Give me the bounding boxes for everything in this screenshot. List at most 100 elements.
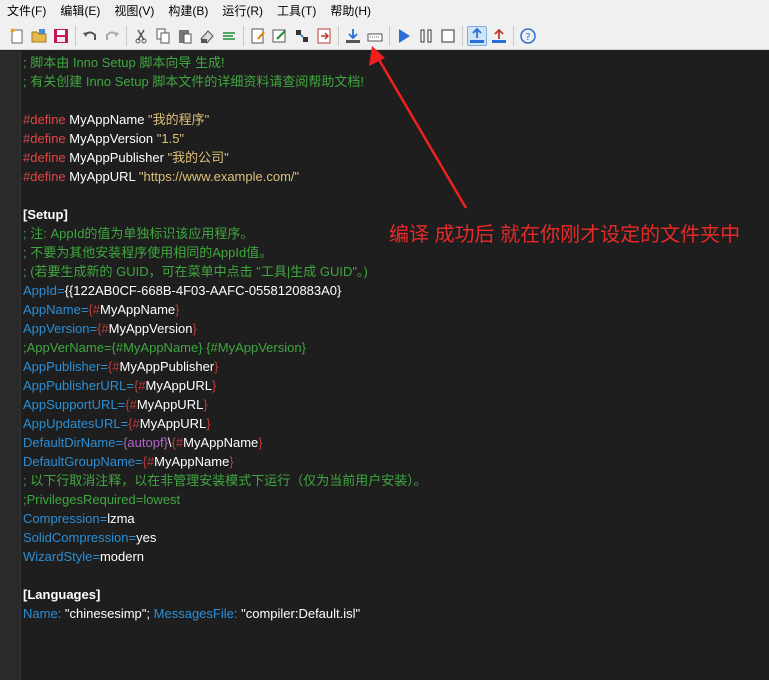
- help-icon[interactable]: ?: [518, 26, 538, 46]
- new-icon[interactable]: [7, 26, 27, 46]
- code-line: AppName={#MyAppName}: [23, 302, 180, 317]
- comment: ; 不要为其他安装程序使用相同的AppId值。: [23, 245, 273, 260]
- constant: autopf: [127, 435, 164, 450]
- code-line: [Languages]: [23, 585, 769, 604]
- define-name: MyAppURL: [69, 169, 136, 184]
- setting-key: AppName: [23, 302, 81, 317]
- define-keyword: #define: [23, 169, 66, 184]
- cut-icon[interactable]: [131, 26, 151, 46]
- menu-file[interactable]: 文件(F): [0, 0, 53, 22]
- code-line: #define MyAppPublisher "我的公司": [23, 148, 769, 167]
- setting-key: AppSupportURL: [23, 397, 118, 412]
- undo-icon[interactable]: [80, 26, 100, 46]
- code-line: #define MyAppURL "https://www.example.co…: [23, 167, 769, 186]
- setting-key: WizardStyle: [23, 549, 93, 564]
- toolbar-separator: [389, 25, 390, 46]
- setting-value: MyAppVersion: [108, 321, 193, 336]
- copy-icon[interactable]: [153, 26, 173, 46]
- code-line: Name: "chinesesimp"; MessagesFile: "comp…: [23, 604, 769, 623]
- line-gutter: [0, 51, 21, 680]
- define-keyword: #define: [23, 112, 66, 127]
- save-icon[interactable]: [51, 26, 71, 46]
- code-line: AppPublisher={#MyAppPublisher}: [23, 359, 219, 374]
- setting-key: AppId: [23, 283, 57, 298]
- setting-key: Compression: [23, 511, 100, 526]
- toolbar-separator: [338, 25, 339, 46]
- code-line: ;PrivilegesRequired=lowest: [23, 490, 769, 509]
- menu-run[interactable]: 运行(R): [215, 0, 270, 22]
- menu-help[interactable]: 帮助(H): [323, 0, 378, 22]
- define-name: MyAppPublisher: [69, 150, 164, 165]
- code-line: WizardStyle=modern: [23, 549, 145, 564]
- wordwrap-icon[interactable]: [219, 26, 239, 46]
- define-keyword: #define: [23, 150, 66, 165]
- setting-key: DefaultDirName: [23, 435, 116, 450]
- wizard-icon[interactable]: [270, 26, 290, 46]
- setting-value: MyAppName: [183, 435, 259, 450]
- setting-key: AppUpdatesURL: [23, 416, 121, 431]
- code-editor[interactable]: ; 脚本由 Inno Setup 脚本向导 生成! ; 有关创建 Inno Se…: [23, 53, 769, 680]
- upload-icon[interactable]: [467, 25, 487, 46]
- redo-icon[interactable]: [102, 26, 122, 46]
- run-icon[interactable]: [394, 26, 414, 46]
- code-line: ; 以下行取消注释，以在非管理安装模式下运行（仅为当前用户安装）。: [23, 471, 769, 490]
- toolbar-separator: [75, 25, 76, 46]
- exit-icon[interactable]: [314, 26, 334, 46]
- pause-icon[interactable]: [416, 26, 436, 46]
- annotation-text: 编译 成功后 就在你刚才设定的文件夹中: [389, 224, 741, 246]
- menu-bar: 文件(F) 编辑(E) 视图(V) 构建(B) 运行(R) 工具(T) 帮助(H…: [0, 0, 769, 22]
- tools-icon[interactable]: [292, 26, 312, 46]
- code-line: ;AppVerName={#MyAppName} {#MyAppVersion}: [23, 338, 769, 357]
- code-line: AppSupportURL={#MyAppURL}: [23, 397, 208, 412]
- setting-value: MyAppURL: [139, 416, 207, 431]
- comment: ; 注: AppId的值为单独标识该应用程序。: [23, 226, 254, 241]
- define-value: "我的公司": [167, 150, 229, 165]
- toolbar-separator: [513, 25, 514, 46]
- menu-view[interactable]: 视图(V): [107, 0, 161, 22]
- menu-tools[interactable]: 工具(T): [270, 0, 323, 22]
- setting-value: "compiler:Default.isl": [241, 606, 361, 621]
- setting-value: MyAppPublisher: [119, 359, 215, 374]
- notes-icon[interactable]: [248, 26, 268, 46]
- toolbar-separator: [126, 25, 127, 46]
- setting-value: lzma: [107, 511, 135, 526]
- code-line: ; (若要生成新的 GUID，可在菜单中点击 "工具|生成 GUID"。): [23, 262, 769, 281]
- toolbar-separator: [462, 25, 463, 46]
- setting-key: AppPublisher: [23, 359, 101, 374]
- clear-icon[interactable]: [197, 26, 217, 46]
- code-line: AppId={{122AB0CF-668B-4F03-AAFC-05581208…: [23, 283, 342, 298]
- menu-build[interactable]: 构建(B): [161, 0, 215, 22]
- code-line: AppVersion={#MyAppVersion}: [23, 321, 197, 336]
- compile-icon[interactable]: [343, 26, 363, 46]
- output-icon[interactable]: [365, 26, 385, 46]
- comment: ; (若要生成新的 GUID，可在菜单中点击 "工具|生成 GUID"。): [23, 264, 368, 279]
- section-header: [Setup]: [23, 207, 68, 222]
- code-line: ; 有关创建 Inno Setup 脚本文件的详细资料请查阅帮助文档!: [23, 72, 769, 91]
- code-line: #define MyAppName "我的程序": [23, 110, 769, 129]
- setting-key: AppVersion: [23, 321, 90, 336]
- setting-value: "chinesesimp";: [64, 606, 151, 621]
- export-icon[interactable]: [489, 26, 509, 46]
- code-line: AppUpdatesURL={#MyAppURL}: [23, 416, 211, 431]
- setting-key: MessagesFile:: [153, 606, 238, 621]
- paste-icon[interactable]: [175, 26, 195, 46]
- setting-value: {{122AB0CF-668B-4F03-AAFC-0558120883A0}: [64, 283, 342, 298]
- comment: ; 有关创建 Inno Setup 脚本文件的详细资料请查阅帮助文档!: [23, 74, 364, 89]
- stop-icon[interactable]: [438, 26, 458, 46]
- comment: ;PrivilegesRequired=lowest: [23, 492, 181, 507]
- setting-value: yes: [136, 530, 157, 545]
- define-value: "https://www.example.com/": [138, 169, 300, 184]
- menu-edit[interactable]: 编辑(E): [53, 0, 107, 22]
- define-name: MyAppVersion: [69, 131, 154, 146]
- code-line: DefaultDirName={autopf}\{#MyAppName}: [23, 435, 263, 450]
- define-value: "1.5": [156, 131, 185, 146]
- setting-value: MyAppName: [99, 302, 176, 317]
- code-line: AppPublisherURL={#MyAppURL}: [23, 378, 217, 393]
- setting-key: SolidCompression: [23, 530, 129, 545]
- code-line: ; 脚本由 Inno Setup 脚本向导 生成!: [23, 53, 769, 72]
- code-line: SolidCompression=yes: [23, 530, 157, 545]
- open-icon[interactable]: [29, 26, 49, 46]
- code-line: DefaultGroupName={#MyAppName}: [23, 454, 234, 469]
